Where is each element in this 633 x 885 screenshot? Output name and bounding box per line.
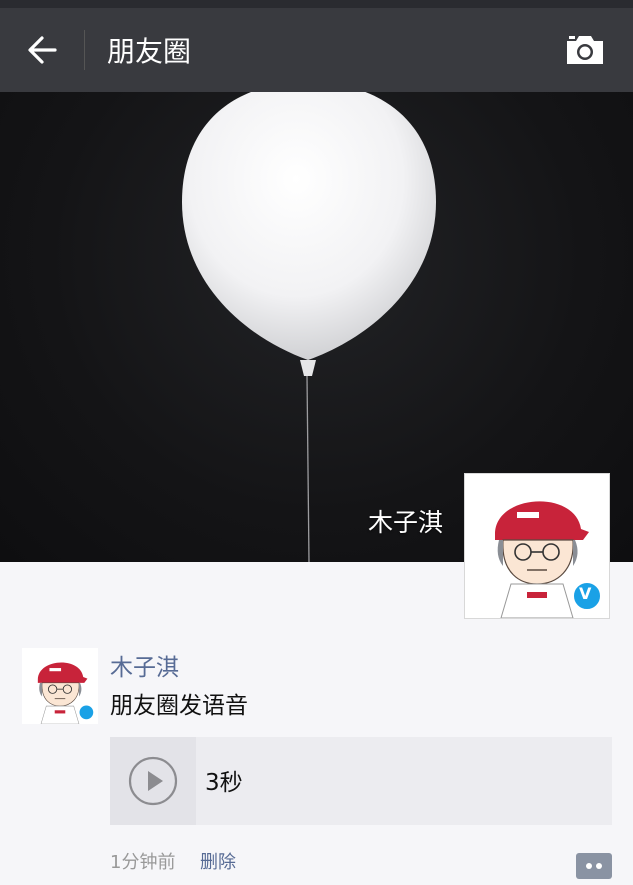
verified-badge: V (579, 584, 592, 603)
status-bar (0, 0, 633, 8)
post-author-name[interactable]: 木子淇 (110, 648, 179, 682)
voice-thumbnail (110, 737, 196, 825)
post-timestamp: 1分钟前 (110, 852, 176, 873)
comment-bubble-icon (586, 863, 602, 869)
navigation-bar: 朋友圈 (0, 8, 633, 92)
back-button[interactable] (0, 8, 84, 92)
post-avatar[interactable] (22, 648, 98, 725)
comment-bubble-button[interactable] (576, 853, 612, 879)
camera-button[interactable] (563, 30, 607, 70)
voice-duration: 3秒 (205, 770, 243, 796)
profile-avatar[interactable]: V (464, 473, 610, 619)
cover-user-name: 木子淇 (367, 508, 443, 537)
play-icon (128, 756, 178, 806)
cartoon-avatar-icon (37, 662, 95, 725)
voice-message-card[interactable]: 3秒 (110, 737, 612, 825)
camera-icon (567, 36, 603, 64)
page-title: 朋友圈 (107, 35, 192, 68)
arrow-left-icon (28, 36, 57, 64)
delete-button[interactable]: 删除 (200, 848, 236, 874)
post-text: 朋友圈发语音 (110, 693, 248, 719)
nav-divider (84, 30, 85, 70)
